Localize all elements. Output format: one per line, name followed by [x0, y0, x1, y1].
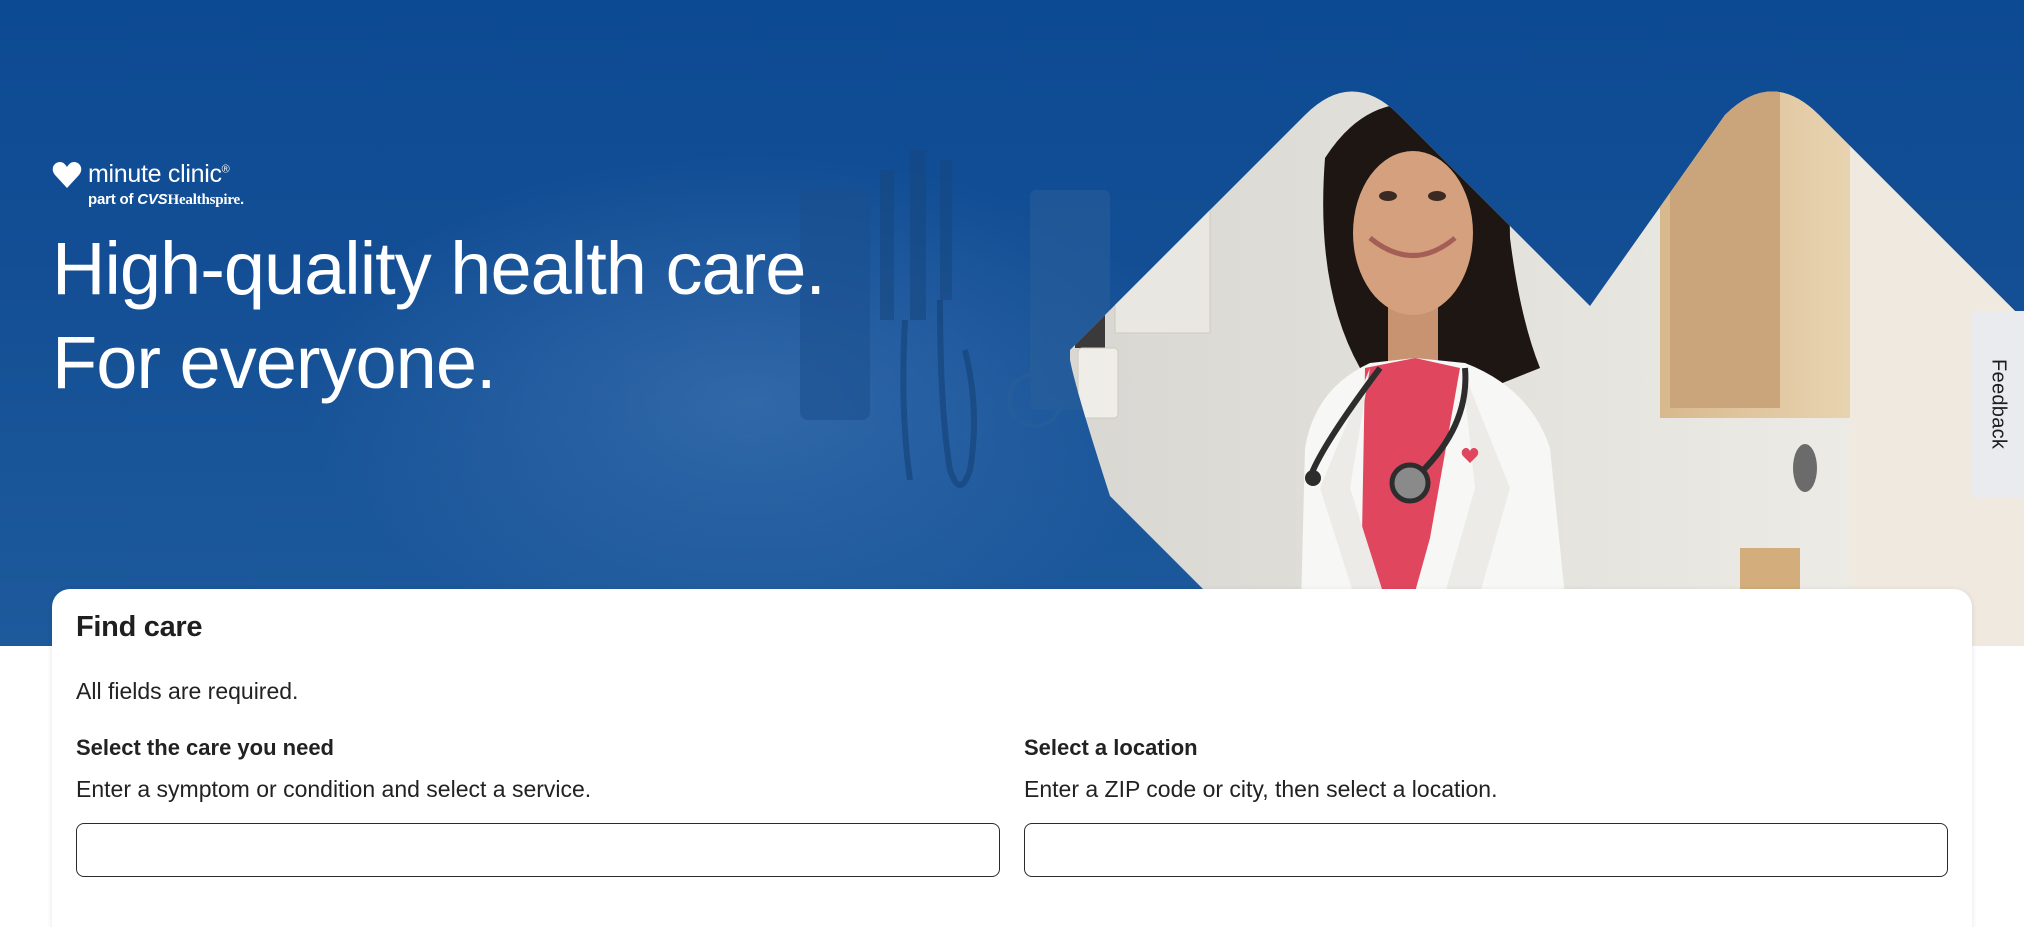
hero-headline-line1: High-quality health care.: [52, 227, 826, 310]
logo-name-text: minute clinic: [88, 160, 222, 188]
care-field-help: Enter a symptom or condition and select …: [76, 776, 592, 802]
logo-trademark: ®: [221, 163, 230, 176]
find-care-card: Find care All fields are required. Selec…: [52, 589, 1972, 927]
logo-sub-mark: .: [240, 191, 244, 208]
care-field-label: Select the care you need: [76, 735, 334, 760]
find-care-title: Find care: [76, 611, 203, 643]
care-search-input[interactable]: [76, 823, 1000, 877]
logo-sub-prefix: part of: [88, 191, 138, 208]
logo-name: minute clinic®: [88, 160, 230, 189]
heart-logo-icon: [52, 161, 82, 188]
location-field-help: Enter a ZIP code or city, then select a …: [1024, 776, 1498, 802]
hero-headline: High-quality health care. For everyone.: [52, 222, 826, 410]
location-search-input[interactable]: [1024, 823, 1948, 877]
location-field-label: Select a location: [1024, 735, 1198, 760]
logo-sub-brand: CVS: [137, 191, 168, 208]
feedback-label: Feedback: [1987, 359, 2010, 450]
care-field-group: Select the care you need Enter a symptom…: [76, 735, 1000, 877]
logo-subtitle: part of CVSHealthspire.: [88, 191, 244, 209]
minute-clinic-logo[interactable]: minute clinic® part of CVSHealthspire.: [52, 160, 244, 209]
clinician-photo: [1070, 91, 2024, 646]
feedback-tab[interactable]: Feedback: [1972, 311, 2024, 498]
hero-headline-line2: For everyone.: [52, 321, 497, 404]
logo-sub-suffix: Healthspire: [167, 192, 241, 208]
hero-banner: minute clinic® part of CVSHealthspire. H…: [0, 0, 2024, 646]
page: minute clinic® part of CVSHealthspire. H…: [0, 0, 2024, 927]
location-field-group: Select a location Enter a ZIP code or ci…: [1024, 735, 1948, 877]
required-fields-note: All fields are required.: [76, 678, 299, 704]
